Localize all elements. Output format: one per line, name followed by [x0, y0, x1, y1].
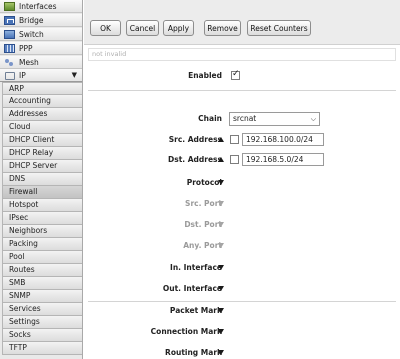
sidebar-item-label: Bridge [19, 15, 44, 25]
expand-arrow-icon[interactable] [218, 286, 224, 291]
expand-arrow-icon[interactable] [218, 329, 224, 334]
sidebar-item-label: PPP [19, 43, 33, 53]
dst-address-label: Dst. Address [168, 155, 222, 164]
submenu-item-hotspot[interactable]: Hotspot [2, 199, 82, 212]
switch-icon [4, 29, 15, 39]
expand-arrow-icon[interactable] [218, 180, 224, 185]
ok-button[interactable]: OK [90, 20, 121, 36]
expand-arrow-icon[interactable] [218, 265, 224, 270]
chain-select-value: srcnat [233, 114, 257, 123]
dst-port-label: Dst. Port [184, 220, 222, 229]
chain-select[interactable]: srcnat ⌵ [229, 112, 320, 126]
connection-mark-label: Connection Mark [150, 327, 222, 336]
sidebar-item-label: Mesh [19, 57, 39, 67]
submenu-item-dhcp-server[interactable]: DHCP Server [2, 160, 82, 173]
expand-arrow-icon [218, 201, 224, 206]
sidebar-item-interfaces[interactable]: Interfaces [0, 0, 82, 13]
cancel-button[interactable]: Cancel [126, 20, 159, 36]
in-interface-label: In. Interface [170, 263, 222, 272]
dst-address-input[interactable]: 192.168.5.0/24 [242, 153, 324, 166]
ip-submenu: ARP Accounting Addresses Cloud DHCP Clie… [2, 82, 82, 355]
bridge-icon [4, 15, 15, 25]
out-interface-row[interactable]: Out. Interface [84, 278, 400, 300]
enabled-row: Enabled [84, 65, 400, 87]
enabled-checkbox[interactable] [231, 69, 240, 80]
status-bar: not invalid [88, 48, 396, 61]
interfaces-icon [4, 1, 15, 11]
submenu-item-services[interactable]: Services [2, 303, 82, 316]
chain-row: Chain srcnat ⌵ [84, 108, 400, 130]
ip-icon [4, 71, 15, 80]
packet-mark-row[interactable]: Packet Mark [84, 300, 400, 322]
connection-mark-row[interactable]: Connection Mark [84, 321, 400, 343]
submenu-item-dhcp-relay[interactable]: DHCP Relay [2, 147, 82, 160]
in-interface-row[interactable]: In. Interface [84, 257, 400, 279]
submenu-item-cloud[interactable]: Cloud [2, 121, 82, 134]
src-address-label: Src. Address [168, 135, 222, 144]
sidebar-item-bridge[interactable]: Bridge [0, 14, 82, 27]
sidebar-item-ip[interactable]: IP ▼ [0, 69, 82, 82]
section-divider [88, 90, 396, 91]
submenu-item-tftp[interactable]: TFTP [2, 342, 82, 355]
submenu-item-ipsec[interactable]: IPsec [2, 212, 82, 225]
submenu-item-firewall[interactable]: Firewall [2, 186, 82, 199]
chain-label: Chain [198, 114, 222, 123]
expand-arrow-icon [218, 222, 224, 227]
sidebar-item-label: IP [19, 70, 26, 80]
enabled-label: Enabled [188, 71, 222, 80]
routing-mark-label: Routing Mark [165, 348, 222, 357]
toolbar: OK Cancel Apply Remove Reset Counters [84, 0, 400, 45]
src-address-negate-checkbox[interactable] [230, 135, 239, 144]
protocol-row[interactable]: Protocol [84, 172, 400, 194]
remove-button[interactable]: Remove [204, 20, 241, 36]
submenu-item-smb[interactable]: SMB [2, 277, 82, 290]
dst-address-negate-checkbox[interactable] [230, 155, 239, 164]
packet-mark-label: Packet Mark [169, 306, 222, 315]
routing-mark-row[interactable]: Routing Mark [84, 342, 400, 359]
submenu-item-dns[interactable]: DNS [2, 173, 82, 186]
sidebar-item-mesh[interactable]: Mesh [0, 56, 82, 69]
collapse-arrow-icon[interactable] [218, 137, 224, 142]
expand-arrow-icon[interactable] [218, 308, 224, 313]
sidebar-item-label: Interfaces [19, 1, 57, 11]
submenu-item-socks[interactable]: Socks [2, 329, 82, 342]
submenu-item-settings[interactable]: Settings [2, 316, 82, 329]
chevron-down-icon: ▼ [71, 71, 77, 79]
sidebar-item-switch[interactable]: Switch [0, 28, 82, 41]
submenu-item-packing[interactable]: Packing [2, 238, 82, 251]
submenu-item-arp[interactable]: ARP [2, 82, 82, 95]
submenu-item-neighbors[interactable]: Neighbors [2, 225, 82, 238]
any-port-label: Any. Port [183, 241, 222, 250]
sidebar-item-ppp[interactable]: PPP [0, 42, 82, 55]
chevron-down-icon: ⌵ [310, 115, 316, 123]
src-port-row: Src. Port [84, 193, 400, 215]
submenu-item-addresses[interactable]: Addresses [2, 108, 82, 121]
src-port-label: Src. Port [185, 199, 222, 208]
dst-address-row: Dst. Address 192.168.5.0/24 [84, 149, 400, 171]
any-port-row: Any. Port [84, 235, 400, 257]
ppp-icon [4, 43, 15, 53]
expand-arrow-icon [218, 243, 224, 248]
submenu-item-pool[interactable]: Pool [2, 251, 82, 264]
mesh-icon [4, 58, 15, 67]
nat-rule-panel: OK Cancel Apply Remove Reset Counters no… [84, 0, 400, 359]
collapse-arrow-icon[interactable] [218, 157, 224, 162]
submenu-item-snmp[interactable]: SNMP [2, 290, 82, 303]
sidebar-item-label: Switch [19, 29, 44, 39]
submenu-item-routes[interactable]: Routes [2, 264, 82, 277]
reset-counters-button[interactable]: Reset Counters [247, 20, 311, 36]
submenu-item-dhcp-client[interactable]: DHCP Client [2, 134, 82, 147]
sidebar-menu: Interfaces Bridge Switch PPP Mesh IP ▼ A… [0, 0, 83, 359]
expand-arrow-icon[interactable] [218, 350, 224, 355]
src-address-row: Src. Address 192.168.100.0/24 [84, 129, 400, 151]
dst-port-row: Dst. Port [84, 214, 400, 236]
submenu-item-accounting[interactable]: Accounting [2, 95, 82, 108]
apply-button[interactable]: Apply [163, 20, 194, 36]
protocol-label: Protocol [186, 178, 222, 187]
out-interface-label: Out. Interface [162, 284, 222, 293]
src-address-input[interactable]: 192.168.100.0/24 [242, 133, 324, 146]
